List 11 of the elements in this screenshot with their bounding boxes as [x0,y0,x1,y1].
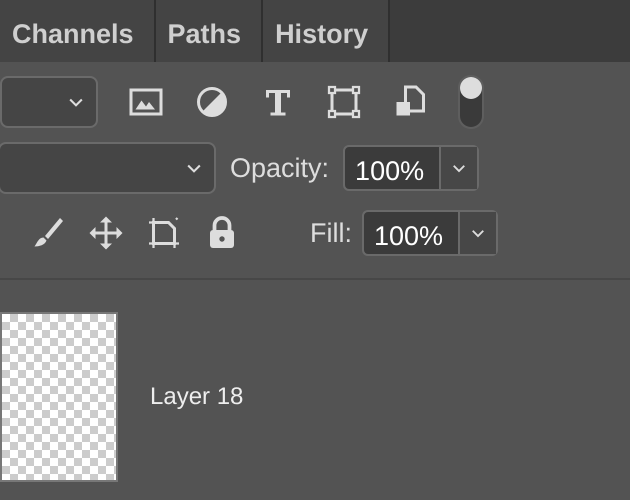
fill-label: Fill: [310,216,352,250]
layer-name[interactable]: Layer 18 [150,379,244,415]
move-icon[interactable] [88,215,124,251]
half-circle-icon[interactable] [194,84,230,120]
shape-icon[interactable] [326,84,362,120]
panel-tab[interactable]: History [263,0,390,62]
panel-tab[interactable]: Channels [0,0,156,62]
panel-tab[interactable]: Paths [156,0,264,62]
filter-toggle[interactable] [458,75,484,129]
artboard-icon[interactable] [146,215,182,251]
opacity-label: Opacity: [230,152,330,185]
